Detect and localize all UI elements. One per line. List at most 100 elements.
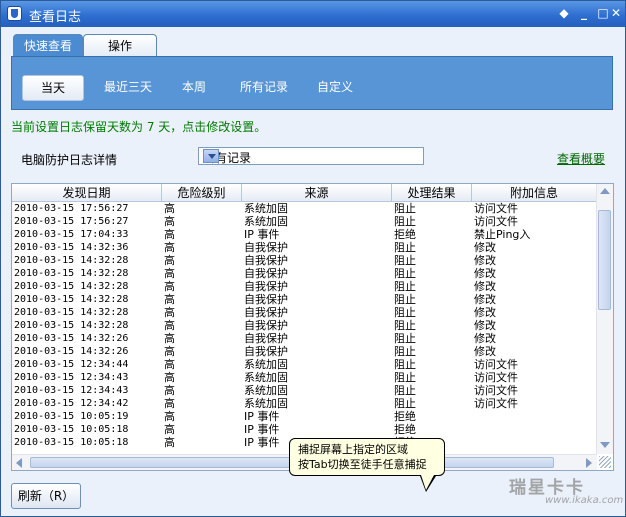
cell-result: 阻止 xyxy=(394,358,416,371)
cell-date: 2010-03-15 14:32:28 xyxy=(14,255,129,266)
cell-source: 自我保护 xyxy=(244,293,288,306)
cell-extra: 修改 xyxy=(474,267,496,280)
resize-grip-icon[interactable] xyxy=(599,456,611,468)
cell-date: 2010-03-15 12:34:43 xyxy=(14,372,129,383)
cell-source: 系统加固 xyxy=(244,371,288,384)
column-header-level[interactable]: 危险级别 xyxy=(162,184,242,202)
cell-source: 系统加固 xyxy=(244,397,288,410)
cell-date: 2010-03-15 12:34:42 xyxy=(14,398,129,409)
table-row[interactable]: 2010-03-15 14:32:28 高 自我保护 阻止 修改 xyxy=(12,280,597,293)
cell-result: 阻止 xyxy=(394,332,416,345)
table-row[interactable]: 2010-03-15 12:34:43 高 系统加固 阻止 访问文件 xyxy=(12,384,597,397)
cell-level: 高 xyxy=(164,215,175,228)
title-bar[interactable]: 查看日志 ◆ _ □ ✕ xyxy=(1,1,625,27)
table-row[interactable]: 2010-03-15 14:32:28 高 自我保护 阻止 修改 xyxy=(12,319,597,332)
minimize-icon[interactable]: _ xyxy=(575,5,593,21)
table-row[interactable]: 2010-03-15 14:32:28 高 自我保护 阻止 修改 xyxy=(12,254,597,267)
cell-extra: 修改 xyxy=(474,293,496,306)
cell-date: 2010-03-15 14:32:26 xyxy=(14,333,129,344)
capture-tooltip: 捕捉屏幕上指定的区域 按Tab切换至徒手任意捕捉 xyxy=(289,438,445,492)
table-row[interactable]: 2010-03-15 17:04:33 高 IP 事件 拒绝 禁止Ping入 xyxy=(12,228,597,241)
table-row[interactable]: 2010-03-15 17:56:27 高 系统加固 阻止 访问文件 xyxy=(12,202,597,215)
tab-operations[interactable]: 操作 xyxy=(83,34,157,57)
cell-extra: 访问文件 xyxy=(474,215,518,228)
column-header-result[interactable]: 处理结果 xyxy=(392,184,472,202)
vertical-scrollbar[interactable] xyxy=(596,184,613,454)
cell-level: 高 xyxy=(164,436,175,449)
cell-date: 2010-03-15 10:05:18 xyxy=(14,437,129,448)
cell-date: 2010-03-15 17:04:33 xyxy=(14,229,129,240)
scroll-thumb[interactable] xyxy=(598,210,611,310)
cell-level: 高 xyxy=(164,319,175,332)
filter-all-records[interactable]: 所有记录 xyxy=(234,75,294,99)
tab-quick-view[interactable]: 快速查看 xyxy=(13,34,83,58)
table-row[interactable]: 2010-03-15 14:32:28 高 自我保护 阻止 修改 xyxy=(12,293,597,306)
cell-date: 2010-03-15 14:32:28 xyxy=(14,268,129,279)
column-header-date[interactable]: 发现日期 xyxy=(12,184,162,202)
cell-source: 系统加固 xyxy=(244,202,288,215)
scroll-left-icon[interactable] xyxy=(16,458,22,468)
record-filter-select[interactable]: 所有记录 xyxy=(198,147,424,165)
cell-source: 自我保护 xyxy=(244,332,288,345)
scroll-up-icon[interactable] xyxy=(600,188,610,194)
cell-extra: 修改 xyxy=(474,332,496,345)
cell-source: IP 事件 xyxy=(244,410,280,423)
section-label: 电脑防护日志详情 xyxy=(21,153,118,167)
refresh-button[interactable]: 刷新（R） xyxy=(11,483,81,509)
cell-level: 高 xyxy=(164,332,175,345)
filter-panel: 当天 最近三天 本周 所有记录 自定义 xyxy=(11,56,613,110)
cell-source: IP 事件 xyxy=(244,228,280,241)
cell-source: 自我保护 xyxy=(244,280,288,293)
cell-extra: 修改 xyxy=(474,241,496,254)
column-header-source[interactable]: 来源 xyxy=(242,184,392,202)
tooltip-line-2: 按Tab切换至徒手任意捕捉 xyxy=(298,458,427,471)
filter-last-three-days[interactable]: 最近三天 xyxy=(94,75,162,99)
table-row[interactable]: 2010-03-15 10:05:19 高 IP 事件 拒绝 xyxy=(12,410,597,423)
log-window: 查看日志 ◆ _ □ ✕ 快速查看 操作 当天 最近三天 本周 所有记录 自定义… xyxy=(0,0,626,517)
column-header-extra[interactable]: 附加信息 xyxy=(472,184,597,202)
cell-extra: 修改 xyxy=(474,319,496,332)
cell-source: 自我保护 xyxy=(244,241,288,254)
table-row[interactable]: 2010-03-15 14:32:28 高 自我保护 阻止 修改 xyxy=(12,306,597,319)
table-row[interactable]: 2010-03-15 17:56:27 高 系统加固 阻止 访问文件 xyxy=(12,215,597,228)
filter-custom[interactable]: 自定义 xyxy=(310,75,360,99)
table-row[interactable]: 2010-03-15 12:34:43 高 系统加固 阻止 访问文件 xyxy=(12,371,597,384)
table-body: 2010-03-15 17:56:27 高系统加固 阻止 访问文件 2010-03-15… xyxy=(12,202,597,457)
retention-notice-link[interactable]: 当前设置日志保留天数为 7 天，点击修改设置。 xyxy=(11,118,266,135)
filter-this-week[interactable]: 本周 xyxy=(172,75,216,99)
scroll-down-icon[interactable] xyxy=(600,442,610,448)
cell-result: 阻止 xyxy=(394,345,416,358)
table-row[interactable]: 2010-03-15 10:05:18 高 IP 事件 拒绝 xyxy=(12,423,597,436)
cell-extra: 修改 xyxy=(474,306,496,319)
help-icon[interactable]: ◆ xyxy=(555,5,573,21)
close-icon[interactable]: ✕ xyxy=(609,5,623,21)
scroll-right-icon[interactable] xyxy=(586,458,592,468)
cell-level: 高 xyxy=(164,371,175,384)
cell-result: 阻止 xyxy=(394,280,416,293)
cell-source: 系统加固 xyxy=(244,384,288,397)
cell-date: 2010-03-15 14:32:36 xyxy=(14,242,129,253)
cell-level: 高 xyxy=(164,397,175,410)
cell-extra: 修改 xyxy=(474,280,496,293)
cell-source: 自我保护 xyxy=(244,306,288,319)
cell-source: 自我保护 xyxy=(244,267,288,280)
cell-date: 2010-03-15 14:32:28 xyxy=(14,281,129,292)
cell-result: 阻止 xyxy=(394,306,416,319)
table-row[interactable]: 2010-03-15 12:34:42 高 系统加固 阻止 访问文件 xyxy=(12,397,597,410)
table-row[interactable]: 2010-03-15 14:32:28 高 自我保护 阻止 修改 xyxy=(12,267,597,280)
table-row[interactable]: 2010-03-15 12:34:44 高 系统加固 阻止 访问文件 xyxy=(12,358,597,371)
view-overview-link[interactable]: 查看概要 xyxy=(557,150,605,167)
cell-date: 2010-03-15 12:34:43 xyxy=(14,385,129,396)
cell-source: 自我保护 xyxy=(244,254,288,267)
log-table: 发现日期 危险级别 来源 处理结果 附加信息 2010-03-15 17:56:… xyxy=(11,183,614,471)
filter-today[interactable]: 当天 xyxy=(22,75,84,101)
cell-level: 高 xyxy=(164,267,175,280)
cell-result: 阻止 xyxy=(394,267,416,280)
cell-level: 高 xyxy=(164,306,175,319)
cell-source: 系统加固 xyxy=(244,215,288,228)
table-row[interactable]: 2010-03-15 14:32:36 高 自我保护 阻止 修改 xyxy=(12,241,597,254)
table-row[interactable]: 2010-03-15 14:32:26 高 自我保护 阻止 修改 xyxy=(12,345,597,358)
chevron-down-icon[interactable] xyxy=(203,149,219,163)
table-row[interactable]: 2010-03-15 14:32:26 高 自我保护 阻止 修改 xyxy=(12,332,597,345)
cell-result: 阻止 xyxy=(394,371,416,384)
